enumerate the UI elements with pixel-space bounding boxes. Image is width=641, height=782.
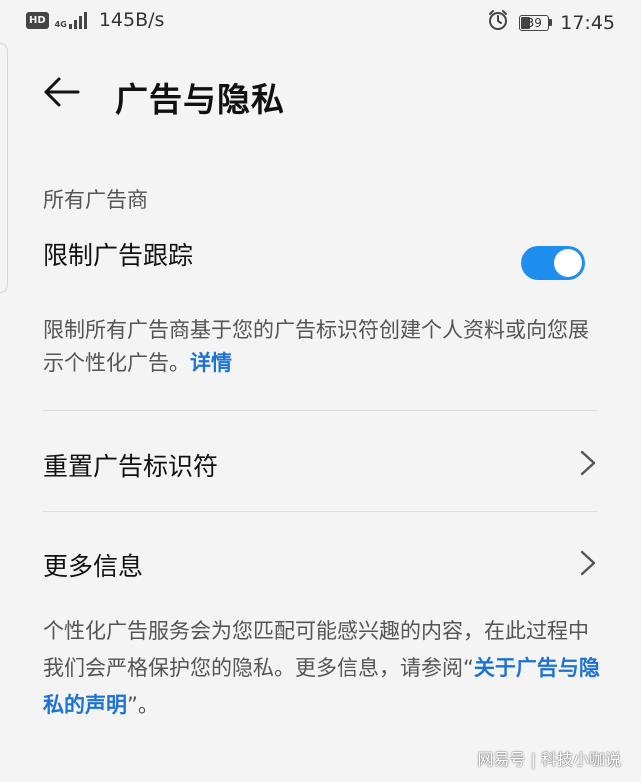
reset-ad-identifier-label: 重置广告标识符 [43,452,219,481]
chevron-right-icon [579,550,597,576]
reset-ad-identifier-row[interactable]: 重置广告标识符 [43,432,597,492]
divider [43,511,597,512]
privacy-footer-text: 个性化广告服务会为您匹配可能感兴趣的内容，在此过程中我们会严格保护您的隐私。更多… [43,613,603,724]
footer-text-after: ”。 [127,693,159,717]
divider [43,410,597,411]
status-right: 39 17:45 [487,9,615,36]
limit-ad-tracking-toggle[interactable] [521,246,585,280]
watermark: 网易号 | 科技小咖说 [477,750,621,769]
status-left: HD 4G 145B/s [26,9,164,31]
page-title: 广告与隐私 [115,80,285,119]
back-button[interactable] [38,74,84,114]
alarm-icon [487,9,509,36]
toggle-knob [554,249,582,277]
more-info-label: 更多信息 [43,552,144,581]
limit-ad-tracking-row: 限制广告跟踪 [43,236,597,292]
limit-tracking-description: 限制所有广告商基于您的广告标识符创建个人资料或向您展示个性化广告。详情 [43,314,603,380]
clock: 17:45 [560,11,615,34]
limit-ad-tracking-label: 限制广告跟踪 [43,241,194,270]
network-speed: 145B/s [98,9,165,31]
description-text: 限制所有广告商基于您的广告标识符创建个人资料或向您展示个性化广告。 [43,318,589,375]
battery-level: 39 [526,15,542,30]
hd-badge: HD [26,11,49,29]
header: 广告与隐私 [0,60,641,130]
signal-icon: 4G [55,11,87,29]
arrow-left-icon [41,76,81,112]
chevron-right-icon [579,450,597,476]
status-bar: HD 4G 145B/s 39 17:45 [0,0,641,44]
battery-icon: 39 [519,14,553,31]
more-info-row[interactable]: 更多信息 [43,532,597,592]
details-link[interactable]: 详情 [190,351,232,375]
section-label: 所有广告商 [43,188,148,212]
network-type: 4G [54,20,67,29]
